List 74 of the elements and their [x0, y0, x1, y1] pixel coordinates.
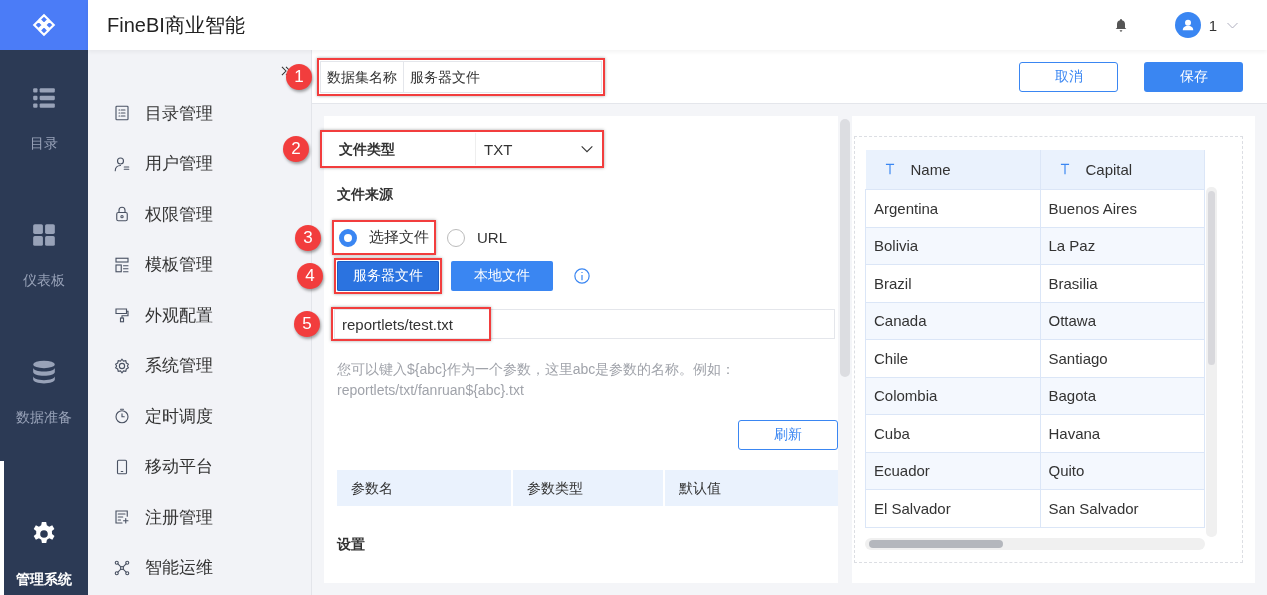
column-header: Name: [910, 161, 951, 178]
callout-badge: 5: [294, 311, 320, 337]
user-icon: [113, 154, 131, 173]
grid-icon: [31, 221, 57, 248]
cancel-button[interactable]: 取消: [1019, 61, 1118, 92]
menu-item[interactable]: 定时调度: [88, 391, 213, 442]
field-label: 文件类型: [323, 133, 476, 165]
scrollbar[interactable]: [1206, 187, 1217, 537]
avatar-icon[interactable]: [1174, 12, 1201, 38]
nav-item[interactable]: 数据准备: [0, 324, 88, 461]
scrollbar[interactable]: [840, 119, 850, 377]
table-cell: San Salvador: [1040, 489, 1205, 527]
menu-item[interactable]: 系统管理: [88, 340, 213, 391]
table-cell: Bagota: [1040, 377, 1205, 415]
table-cell: Santiago: [1040, 339, 1205, 377]
table-cell: Canada: [865, 302, 1040, 340]
help-text: 您可以键入${abc}作为一个参数，这里abc是参数的名称。例如：reportlets/txt/fanruan${abc}.txt: [337, 360, 737, 400]
menu-item[interactable]: 用户管理: [88, 138, 213, 189]
register-icon: [113, 508, 131, 527]
section-title: 设置: [337, 536, 366, 554]
scrollbar[interactable]: [865, 538, 1205, 550]
table-cell: Bolivia: [865, 227, 1040, 265]
menu-item[interactable]: 目录管理: [88, 88, 213, 139]
source-button[interactable]: 服务器文件: [337, 261, 439, 291]
table-cell: Buenos Aires: [1040, 189, 1205, 227]
info-icon[interactable]: [573, 267, 591, 285]
column-header: 参数类型: [513, 470, 663, 506]
file-type-dropdown[interactable]: TXT: [476, 140, 601, 158]
table-cell: Ottawa: [1040, 302, 1205, 340]
radio-label[interactable]: URL: [477, 229, 507, 246]
user-name[interactable]: 1: [1208, 16, 1217, 34]
table-cell: El Salvador: [865, 489, 1040, 527]
template-icon: [113, 255, 131, 274]
table-cell: Quito: [1040, 452, 1205, 490]
path-input-field[interactable]: reportlets/test.txt: [334, 309, 835, 339]
table-cell: La Paz: [1040, 227, 1205, 265]
settings-icon: [113, 356, 131, 375]
table-cell: Havana: [1040, 414, 1205, 452]
menu-item[interactable]: 智能运维: [88, 542, 213, 593]
nav-item[interactable]: 仪表板: [0, 187, 88, 324]
lock-icon: [113, 205, 131, 224]
column-header: 默认值: [665, 470, 838, 506]
table-cell: Ecuador: [865, 452, 1040, 490]
column-header: 参数名: [337, 470, 511, 506]
table-cell: Brazil: [865, 264, 1040, 302]
callout-badge: 4: [297, 263, 323, 289]
save-button[interactable]: 保存: [1144, 61, 1243, 92]
menu-item[interactable]: 注册管理: [88, 492, 213, 543]
column-header: Capital: [1085, 161, 1133, 178]
dataset-name-field[interactable]: 服务器文件: [403, 60, 602, 93]
logo-icon: [31, 12, 57, 38]
table-cell: Colombia: [865, 377, 1040, 415]
source-button[interactable]: 本地文件: [451, 261, 553, 291]
radio-label[interactable]: 选择文件: [369, 228, 429, 247]
table-cell: Brasilia: [1040, 264, 1205, 302]
app-title: FineBI商业智能: [107, 12, 245, 38]
menu-item[interactable]: 移动平台: [88, 441, 213, 492]
menu-item[interactable]: 外观配置: [88, 290, 213, 341]
database-icon: [31, 358, 57, 385]
section-title: 文件来源: [337, 186, 394, 204]
menu-item[interactable]: 权限管理: [88, 189, 213, 240]
table-cell: Chile: [865, 339, 1040, 377]
radio-button[interactable]: [339, 228, 357, 247]
nav-item[interactable]: 目录: [0, 50, 88, 187]
table-cell: Cuba: [865, 414, 1040, 452]
table-cell: Argentina: [865, 189, 1040, 227]
field-label: 数据集名称: [320, 60, 403, 93]
menu-item[interactable]: 模板管理: [88, 239, 213, 290]
network-icon: [113, 558, 131, 577]
timer-icon: [113, 407, 131, 426]
paint-roller-icon: [113, 306, 131, 325]
list-icon: [113, 104, 131, 123]
nav-item[interactable]: 管理系统: [0, 461, 88, 595]
refresh-button[interactable]: 刷新: [738, 420, 838, 450]
